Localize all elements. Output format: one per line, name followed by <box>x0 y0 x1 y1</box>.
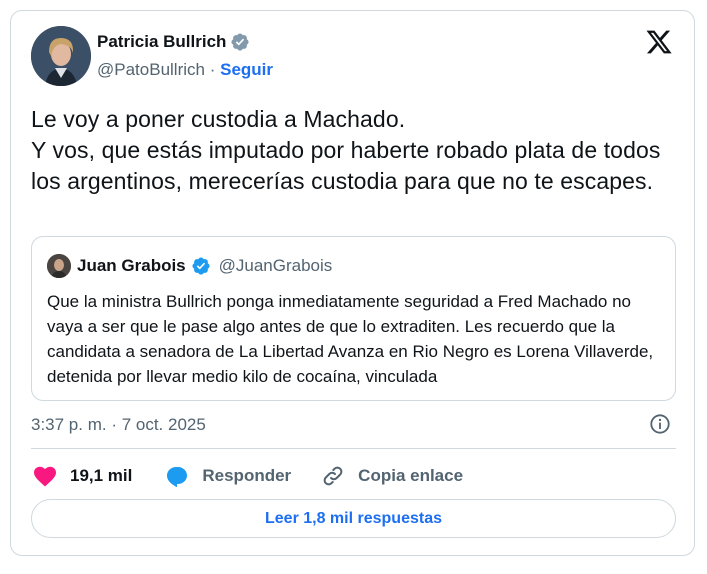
action-bar: 19,1 mil Responder Copia enlace <box>33 464 463 488</box>
quote-author-name[interactable]: Juan Grabois <box>77 256 186 276</box>
info-icon[interactable] <box>649 413 671 435</box>
follow-button[interactable]: Seguir <box>220 60 273 79</box>
quote-text: Que la ministra Bullrich ponga inmediata… <box>47 292 654 386</box>
tweet-timestamp[interactable]: 3:37 p. m. · 7 oct. 2025 <box>31 415 206 435</box>
quoted-tweet[interactable]: Juan Grabois @JuanGrabois Que la ministr… <box>31 236 676 401</box>
read-replies-button[interactable]: Leer 1,8 mil respuestas <box>31 499 676 538</box>
author-name-row: Patricia Bullrich <box>97 32 250 52</box>
verified-badge-icon <box>192 257 210 275</box>
author-avatar[interactable] <box>31 26 91 86</box>
verified-badge-icon <box>231 33 249 51</box>
reply-label: Responder <box>202 466 292 485</box>
quote-author-avatar[interactable] <box>47 254 71 278</box>
divider <box>31 448 676 449</box>
x-logo-icon[interactable] <box>644 28 674 56</box>
quote-author-handle[interactable]: @JuanGrabois <box>219 256 333 276</box>
author-name[interactable]: Patricia Bullrich <box>97 32 226 52</box>
tweet-text: Le voy a poner custodia a Machado. Y vos… <box>31 106 661 194</box>
copy-link-button[interactable]: Copia enlace <box>321 464 463 488</box>
author-handle[interactable]: @PatoBullrich <box>97 60 205 79</box>
quote-header: Juan Grabois @JuanGrabois <box>77 256 332 276</box>
tweet-card: Patricia Bullrich @PatoBullrich · Seguir… <box>10 10 695 556</box>
like-count: 19,1 mil <box>70 466 133 485</box>
like-button[interactable]: 19,1 mil <box>33 465 132 487</box>
author-handle-row: @PatoBullrich · Seguir <box>97 60 273 80</box>
reply-button[interactable]: Responder <box>165 465 291 487</box>
link-icon <box>323 466 343 486</box>
heart-icon <box>34 466 56 487</box>
handle-separator: · <box>209 60 216 79</box>
speech-bubble-icon <box>167 467 188 487</box>
copy-link-label: Copia enlace <box>358 466 464 485</box>
